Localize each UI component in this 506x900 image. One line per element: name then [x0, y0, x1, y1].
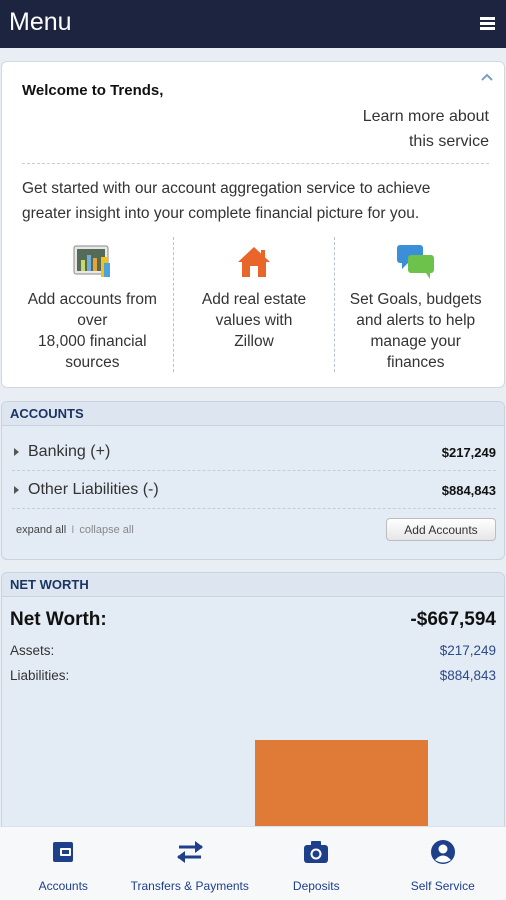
expand-collapse-links: expand all I collapse all [16, 524, 134, 536]
chart-icon [12, 243, 173, 281]
account-row-other-liabilities[interactable]: Other Liabilities (-) $884,843 [12, 472, 496, 509]
feature-real-estate[interactable]: Add real estate values with Zillow [174, 237, 336, 372]
feature-text-line: Add accounts from [27, 291, 157, 308]
house-icon [174, 243, 335, 281]
feature-text-line: Zillow [234, 333, 274, 350]
feature-text-line: 18,000 financial [38, 333, 147, 350]
net-worth-label: Net Worth: [10, 609, 107, 630]
divider [22, 163, 489, 164]
account-name: Other Liabilities (-) [28, 481, 159, 498]
collapse-all-link[interactable]: collapse all [79, 524, 133, 536]
chevron-up-icon[interactable] [480, 70, 494, 84]
tab-accounts[interactable]: Accounts [0, 827, 127, 900]
liabilities-label: Liabilities: [10, 668, 70, 683]
assets-value: $217,249 [439, 643, 496, 658]
top-bar: Menu [0, 0, 506, 48]
feature-text-line: manage your [370, 333, 461, 350]
net-worth-header: NET WORTH [2, 573, 504, 597]
welcome-heading: Welcome to Trends, [22, 82, 164, 99]
accounts-panel: ACCOUNTS Banking (+) $217,249 Other Liab… [1, 401, 505, 560]
feature-text-line: finances [386, 354, 445, 371]
account-amount: $884,843 [441, 483, 496, 498]
net-worth-value: -$667,594 [410, 609, 496, 630]
intro-text: Get started with our account aggregation… [22, 180, 431, 222]
liabilities-value: $884,843 [439, 668, 496, 683]
camera-icon [253, 839, 380, 865]
link-separator: I [71, 524, 75, 536]
learn-more-line2: this service [408, 133, 489, 150]
feature-text-line: and alerts to help [356, 312, 476, 329]
feature-text-line: sources [65, 354, 120, 371]
tab-self-service[interactable]: Self Service [380, 827, 506, 900]
page-title: Menu [9, 8, 72, 36]
feature-text-line: values with [215, 312, 293, 329]
hamburger-icon[interactable] [480, 17, 495, 31]
account-row-banking[interactable]: Banking (+) $217,249 [12, 434, 496, 471]
accounts-header: ACCOUNTS [2, 402, 504, 426]
feature-goals[interactable]: Set Goals, budgets and alerts to help ma… [335, 237, 496, 372]
feature-text-line: over [77, 312, 108, 329]
expand-all-link[interactable]: expand all [16, 524, 66, 536]
chat-bubbles-icon [335, 243, 496, 281]
welcome-card: Welcome to Trends, Learn more about this… [1, 61, 505, 388]
feature-text-line: Set Goals, budgets [349, 291, 482, 308]
feature-add-accounts[interactable]: Add accounts from over 18,000 financial … [12, 237, 174, 372]
tab-label: Self Service [410, 879, 475, 893]
account-name: Banking (+) [28, 443, 111, 460]
feature-list: Add accounts from over 18,000 financial … [12, 237, 496, 372]
assets-label: Assets: [10, 643, 55, 658]
feature-text-line: Add real estate [201, 291, 307, 308]
transfer-arrows-icon [127, 839, 254, 865]
expand-arrow-icon [14, 486, 19, 494]
account-amount: $217,249 [441, 445, 496, 460]
learn-more-line1: Learn more about [362, 108, 489, 125]
tab-deposits[interactable]: Deposits [253, 827, 380, 900]
tab-label: Accounts [38, 879, 88, 893]
add-accounts-button[interactable]: Add Accounts [386, 518, 496, 541]
bottom-tab-bar: Accounts Transfers & Payments Deposits S… [0, 826, 506, 900]
learn-more-link[interactable]: Learn more about this service [329, 104, 489, 154]
tab-label: Deposits [292, 879, 340, 893]
tab-transfers-payments[interactable]: Transfers & Payments [127, 827, 254, 900]
tab-label: Transfers & Payments [130, 879, 249, 893]
expand-arrow-icon [14, 448, 19, 456]
wallet-icon [0, 839, 127, 865]
user-circle-icon [380, 839, 506, 865]
